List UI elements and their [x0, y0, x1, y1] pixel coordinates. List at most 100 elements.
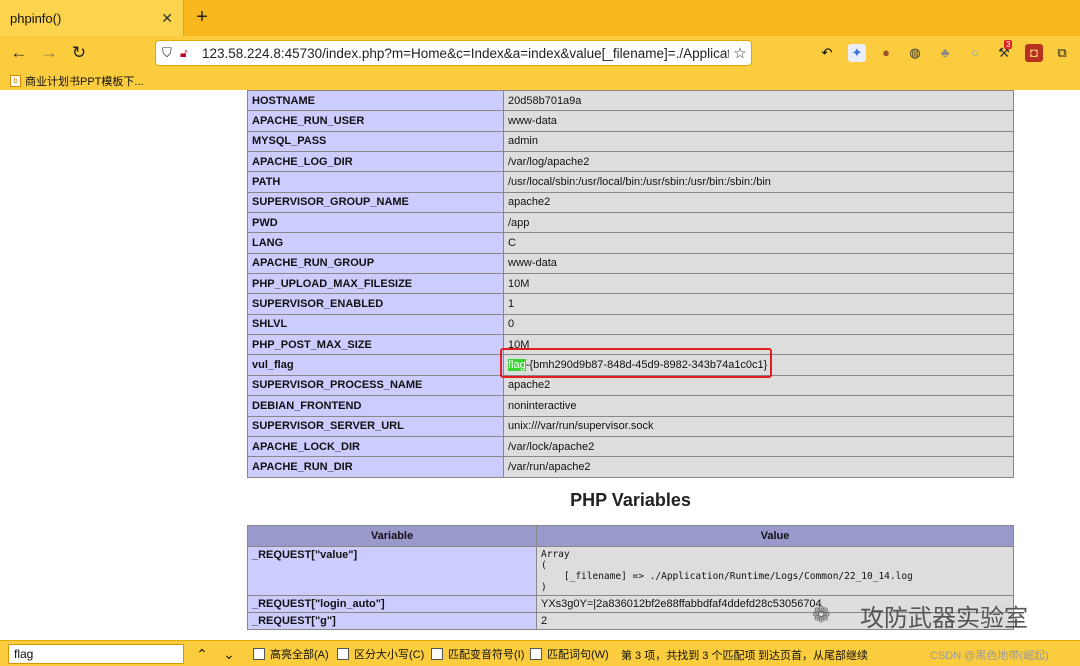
- env-name: APACHE_RUN_USER: [247, 110, 504, 132]
- environment-table: HOSTNAME 20d58b701a9a APACHE_RUN_USER www-d…: [247, 90, 1014, 478]
- env-value: noninteractive: [503, 395, 1014, 417]
- env-value: /usr/local/sbin:/usr/local/bin:/usr/sbin…: [503, 171, 1014, 193]
- env-row: APACHE_LOCK_DIR/var/lock/apache2: [247, 435, 1014, 458]
- env-row: PWD/app: [247, 212, 1014, 234]
- tab-phpinfo[interactable]: phpinfo() ✕: [0, 0, 184, 36]
- env-name: PATH: [247, 171, 504, 193]
- close-icon[interactable]: ✕: [161, 10, 173, 27]
- env-value: 0: [503, 313, 1014, 336]
- env-value: 1: [503, 293, 1014, 315]
- checkbox-box[interactable]: [530, 648, 542, 660]
- variable-row: _REQUEST["value"] Array ( [_filename] => …: [247, 546, 1014, 596]
- tampermonkey-icon[interactable]: ⧉: [1053, 44, 1071, 62]
- env-name: APACHE_LOCK_DIR: [247, 435, 504, 458]
- find-next-icon[interactable]: ⌄: [220, 644, 238, 664]
- back-icon[interactable]: ←: [8, 42, 30, 64]
- env-row: LANG C: [247, 232, 1014, 254]
- match-diacritics-checkbox[interactable]: 匹配变音符号(I): [431, 646, 524, 662]
- find-input[interactable]: flag: [8, 644, 184, 664]
- bookmark-item[interactable]: b 商业计划书PPT模板下...: [10, 73, 144, 89]
- env-row: APACHE_LOG_DIR/var/log/apache2: [247, 151, 1014, 173]
- option-label: 高亮全部(A): [270, 649, 329, 661]
- env-name: APACHE_LOG_DIR: [247, 151, 504, 173]
- env-name: MYSQL_PASS: [247, 130, 504, 153]
- shield-icon[interactable]: ⛉: [162, 45, 180, 61]
- env-row: SUPERVISOR_GROUP_NAME apache2: [247, 191, 1014, 214]
- env-name: SHLVL: [247, 313, 504, 336]
- csdn-credit: CSDN @黑色地带(崛起): [930, 650, 1049, 662]
- tab-strip: phpinfo() ✕ +: [0, 0, 1080, 36]
- env-name: SUPERVISOR_ENABLED: [247, 293, 504, 315]
- whole-words-checkbox[interactable]: 匹配词句(W): [530, 646, 609, 662]
- checkbox-box[interactable]: [337, 648, 349, 660]
- env-row: SUPERVISOR_SERVER_URL unix:///var/run/sup…: [247, 415, 1014, 437]
- insecure-lock-icon[interactable]: 🔓︎: [180, 46, 198, 61]
- env-value: apache2: [503, 191, 1014, 214]
- bookmark-star-icon[interactable]: ☆: [729, 44, 751, 62]
- env-name: APACHE_RUN_DIR: [247, 456, 504, 478]
- circle-icon[interactable]: ○: [966, 44, 984, 62]
- wrap-status: 到达页首，从尾部继续: [758, 650, 868, 662]
- column-header-variable: Variable: [247, 525, 537, 547]
- column-header-value: Value: [536, 525, 1014, 547]
- forward-icon[interactable]: →: [38, 42, 60, 64]
- option-label: 区分大小写(C): [354, 649, 425, 661]
- option-label: 匹配变音符号(I): [448, 649, 525, 661]
- extension-icon[interactable]: ✦: [848, 44, 866, 62]
- checkbox-box[interactable]: [253, 648, 265, 660]
- find-bar: flag ⌃ ⌄ 高亮全部(A) 区分大小写(C) 匹配变音符号(I) 匹配词句…: [0, 640, 1080, 666]
- env-value: /app: [503, 212, 1014, 234]
- url-text[interactable]: 123.58.224.8:45730/index.php?m=Home&c=In…: [198, 46, 729, 61]
- undo-icon[interactable]: ↶: [818, 44, 836, 62]
- env-name: DEBIAN_FRONTEND: [247, 395, 504, 417]
- env-value: www-data: [503, 252, 1014, 275]
- highlight-all-checkbox[interactable]: 高亮全部(A): [253, 646, 329, 662]
- env-name: PWD: [247, 212, 504, 234]
- env-row: SUPERVISOR_PROCESS_NAME apache2: [247, 374, 1014, 397]
- env-value: /var/lock/apache2: [503, 435, 1014, 458]
- match-status: 第 3 项，共找到 3 个匹配项: [621, 650, 756, 662]
- cookie-icon[interactable]: ●: [877, 44, 895, 62]
- env-row: PHP_UPLOAD_MAX_FILESIZE 10M: [247, 273, 1014, 295]
- env-row: APACHE_RUN_USER www-data: [247, 110, 1014, 132]
- env-row: MYSQL_PASS admin: [247, 130, 1014, 153]
- variable-name: _REQUEST["value"]: [247, 546, 537, 596]
- env-value: unix:///var/run/supervisor.sock: [503, 415, 1014, 437]
- extension-badge: 3: [1004, 40, 1013, 49]
- variable-value-pre: Array ( [_filename] => ./Application/Run…: [541, 549, 913, 593]
- option-label: 匹配词句(W): [547, 649, 609, 661]
- env-row: APACHE_RUN_DIR/var/run/apache2: [247, 456, 1014, 478]
- env-name: vul_flag: [247, 354, 504, 376]
- env-row: SUPERVISOR_ENABLED 1: [247, 293, 1014, 315]
- variable-name: _REQUEST["g"]: [247, 612, 537, 630]
- env-value: admin: [503, 130, 1014, 153]
- env-value: apache2: [503, 374, 1014, 397]
- reload-icon[interactable]: ↻: [68, 42, 90, 64]
- find-previous-icon[interactable]: ⌃: [193, 644, 211, 664]
- bookmarks-bar: b 商业计划书PPT模板下...: [0, 70, 1080, 90]
- env-row: DEBIAN_FRONTEND noninteractive: [247, 395, 1014, 417]
- env-value: 10M: [503, 273, 1014, 295]
- checkbox-box[interactable]: [431, 648, 443, 660]
- env-value: 20d58b701a9a: [503, 90, 1014, 112]
- tab-title: phpinfo(): [10, 10, 62, 26]
- page-content[interactable]: HOSTNAME 20d58b701a9a APACHE_RUN_USER www-d…: [0, 90, 1080, 633]
- env-name: SUPERVISOR_SERVER_URL: [247, 415, 504, 437]
- env-name: SUPERVISOR_GROUP_NAME: [247, 191, 504, 214]
- bookmark-favicon-icon: b: [10, 75, 21, 87]
- wechat-logo-icon: ❁: [812, 601, 831, 627]
- address-bar[interactable]: ⛉ 🔓︎ 123.58.224.8:45730/index.php?m=Home…: [155, 40, 752, 66]
- env-value: /var/log/apache2: [503, 151, 1014, 173]
- cookie-editor-icon[interactable]: ◍: [906, 44, 924, 62]
- env-value: /var/run/apache2: [503, 456, 1014, 478]
- env-row: APACHE_RUN_GROUP www-data: [247, 252, 1014, 275]
- flag-highlight-box: [500, 348, 772, 378]
- bookmark-label: 商业计划书PPT模板下...: [25, 76, 144, 88]
- new-tab-button[interactable]: +: [191, 6, 213, 28]
- env-name: PHP_POST_MAX_SIZE: [247, 334, 504, 356]
- env-name: HOSTNAME: [247, 90, 504, 112]
- env-row: PATH/usr/local/sbin:/usr/local/bin:/usr/…: [247, 171, 1014, 193]
- puzzle-icon[interactable]: ♣: [936, 44, 954, 62]
- wappalyzer-icon[interactable]: ◘: [1025, 44, 1043, 62]
- match-case-checkbox[interactable]: 区分大小写(C): [337, 646, 424, 662]
